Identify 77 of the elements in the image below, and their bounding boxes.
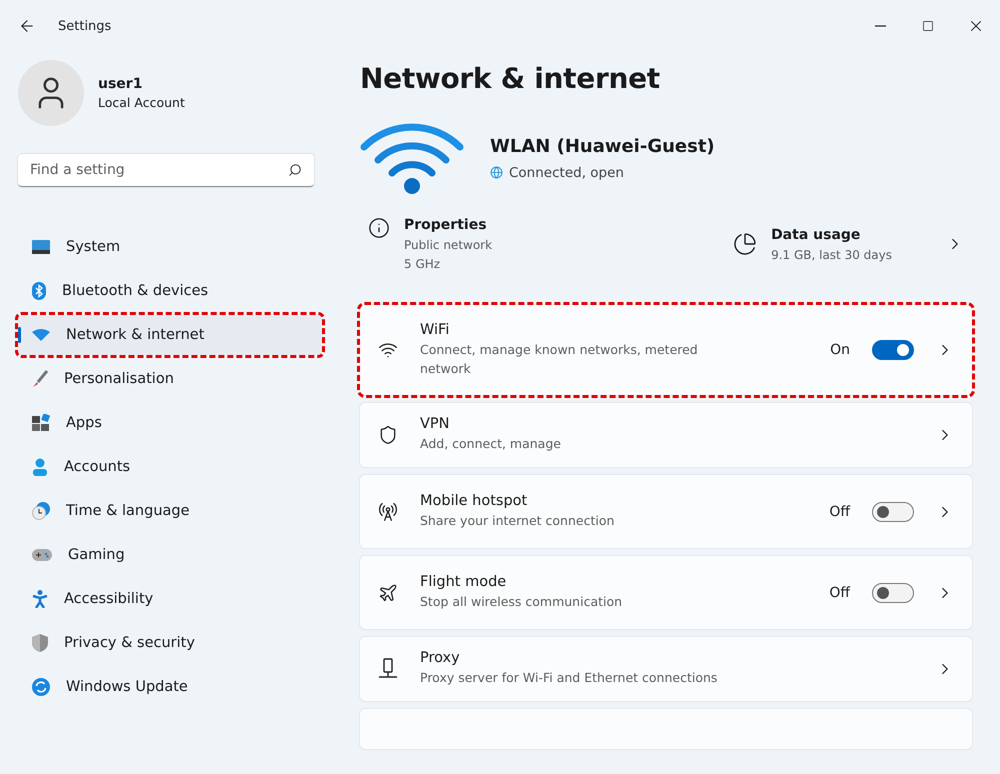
- wifi-icon: [32, 329, 50, 341]
- antenna-icon: [378, 502, 398, 522]
- sidebar-label: System: [66, 239, 120, 255]
- toggle-state-label: Off: [829, 584, 850, 600]
- account-type: Local Account: [98, 95, 185, 110]
- properties-title[interactable]: Properties: [404, 217, 492, 233]
- setting-description: Add, connect, manage: [420, 435, 562, 454]
- sidebar-label: Bluetooth & devices: [62, 283, 208, 299]
- clock-globe-icon: [32, 502, 50, 520]
- sidebar-label: Accessibility: [64, 591, 154, 607]
- search-field[interactable]: Find a setting: [18, 154, 314, 187]
- pie-chart-icon: [733, 232, 758, 256]
- setting-title: WiFi: [420, 322, 450, 338]
- setting-description: Stop all wireless communication: [420, 592, 624, 611]
- gamepad-icon: [32, 549, 52, 561]
- wifi-icon: [360, 121, 464, 195]
- data-usage-title[interactable]: Data usage: [771, 226, 892, 242]
- setting-card[interactable]: WiFi Connect, manage known networks, metered network On: [360, 305, 972, 395]
- search-icon: [288, 163, 302, 177]
- sidebar-item[interactable]: System: [18, 227, 322, 267]
- toggle-switch[interactable]: [872, 340, 914, 360]
- sidebar-item[interactable]: Bluetooth & devices: [18, 271, 322, 311]
- sidebar-item[interactable]: Apps: [18, 403, 322, 443]
- network-name: WLAN (Huawei-Guest): [490, 136, 715, 156]
- shield-icon: [32, 634, 48, 652]
- globe-icon: [490, 166, 503, 179]
- setting-title: Mobile hotspot: [420, 492, 528, 509]
- setting-title: Flight mode: [420, 574, 508, 590]
- property-value: 5 GHz: [404, 257, 442, 271]
- info-icon: [368, 217, 390, 239]
- sidebar-item[interactable]: Accessibility: [18, 579, 322, 619]
- setting-title: Proxy: [420, 650, 461, 666]
- toggle-switch[interactable]: [872, 502, 914, 522]
- sidebar-item[interactable]: Windows Update: [18, 667, 322, 707]
- setting-card[interactable]: Mobile hotspot Share your internet connection Off: [360, 475, 972, 548]
- sidebar-item[interactable]: Privacy & security: [18, 623, 322, 663]
- sidebar-item[interactable]: Time & language: [18, 491, 322, 531]
- account-name: user1: [98, 76, 144, 92]
- accessibility-icon: [32, 590, 48, 608]
- update-icon: [32, 678, 50, 696]
- sidebar-item[interactable]: Gaming: [18, 535, 322, 575]
- sidebar-item[interactable]: Network & internet: [18, 315, 322, 355]
- data-usage-detail: 9.1 GB, last 30 days: [771, 248, 892, 262]
- setting-card[interactable]: Flight mode Stop all wireless communication Off: [360, 556, 972, 629]
- minimize-icon: [874, 25, 886, 27]
- monitor-icon: [32, 240, 50, 254]
- sidebar-label: Network & internet: [66, 327, 204, 343]
- proxy-icon: [378, 658, 398, 680]
- apps-icon: [32, 414, 50, 432]
- sidebar-label: Gaming: [68, 547, 125, 563]
- sidebar-label: Personalisation: [64, 371, 174, 387]
- setting-card[interactable]: VPN Add, connect, manage: [360, 403, 972, 467]
- setting-description: Connect, manage known networks, metered network: [420, 340, 699, 378]
- shield-lock-icon: [378, 425, 398, 445]
- page-title: Network & internet: [360, 62, 661, 95]
- sidebar-label: Privacy & security: [64, 635, 195, 651]
- sidebar-item[interactable]: Personalisation: [18, 359, 322, 399]
- person-icon: [32, 458, 48, 476]
- setting-title: VPN: [420, 416, 451, 432]
- property-value: Public network: [404, 238, 492, 252]
- setting-description: Share your internet connection: [420, 512, 616, 530]
- sidebar-item[interactable]: Accounts: [18, 447, 322, 487]
- toggle-switch[interactable]: [872, 582, 914, 602]
- toggle-state-label: On: [830, 342, 850, 358]
- sidebar-label: Apps: [66, 415, 102, 431]
- setting-description: Proxy server for Wi-Fi and Ethernet connections: [420, 669, 718, 688]
- toggle-state-label: Off: [829, 504, 850, 520]
- brush-icon: [32, 370, 48, 388]
- maximize-icon: [922, 20, 934, 32]
- sidebar-label: Time & language: [66, 503, 190, 519]
- window-title: Settings: [58, 18, 112, 34]
- connection-status: Connected, open: [509, 164, 624, 180]
- setting-card[interactable]: Proxy Proxy server for Wi-Fi and Ethernet connections: [360, 637, 972, 701]
- airplane-icon: [378, 582, 398, 602]
- sidebar-label: Accounts: [64, 459, 130, 475]
- sidebar-label: Windows Update: [66, 679, 188, 695]
- bluetooth-icon: [32, 282, 46, 300]
